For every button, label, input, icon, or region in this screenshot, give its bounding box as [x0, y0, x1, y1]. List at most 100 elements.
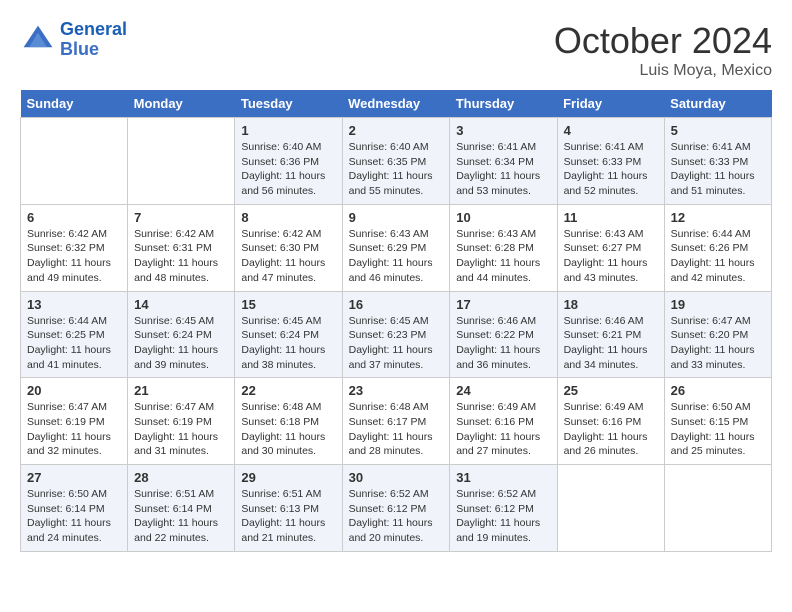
- calendar-cell: 9 Sunrise: 6:43 AMSunset: 6:29 PMDayligh…: [342, 204, 450, 291]
- day-info: Sunrise: 6:43 AMSunset: 6:29 PMDaylight:…: [349, 227, 444, 286]
- calendar-cell: 12 Sunrise: 6:44 AMSunset: 6:26 PMDaylig…: [664, 204, 771, 291]
- day-info: Sunrise: 6:48 AMSunset: 6:17 PMDaylight:…: [349, 400, 444, 459]
- calendar-cell: [128, 118, 235, 205]
- day-number: 8: [241, 210, 335, 225]
- calendar-cell: 2 Sunrise: 6:40 AMSunset: 6:35 PMDayligh…: [342, 118, 450, 205]
- logo: General Blue: [20, 20, 127, 60]
- day-number: 22: [241, 383, 335, 398]
- location: Luis Moya, Mexico: [554, 62, 772, 80]
- day-number: 17: [456, 297, 550, 312]
- day-number: 13: [27, 297, 121, 312]
- day-number: 30: [349, 470, 444, 485]
- day-info: Sunrise: 6:51 AMSunset: 6:13 PMDaylight:…: [241, 487, 335, 546]
- day-info: Sunrise: 6:40 AMSunset: 6:35 PMDaylight:…: [349, 140, 444, 199]
- calendar-cell: 7 Sunrise: 6:42 AMSunset: 6:31 PMDayligh…: [128, 204, 235, 291]
- calendar-cell: 15 Sunrise: 6:45 AMSunset: 6:24 PMDaylig…: [235, 291, 342, 378]
- day-number: 3: [456, 123, 550, 138]
- header-day: Thursday: [450, 90, 557, 118]
- calendar-cell: 31 Sunrise: 6:52 AMSunset: 6:12 PMDaylig…: [450, 465, 557, 552]
- day-number: 26: [671, 383, 765, 398]
- header-day: Saturday: [664, 90, 771, 118]
- day-info: Sunrise: 6:46 AMSunset: 6:22 PMDaylight:…: [456, 314, 550, 373]
- day-info: Sunrise: 6:47 AMSunset: 6:19 PMDaylight:…: [134, 400, 228, 459]
- calendar-cell: 5 Sunrise: 6:41 AMSunset: 6:33 PMDayligh…: [664, 118, 771, 205]
- day-number: 18: [564, 297, 658, 312]
- calendar-cell: [21, 118, 128, 205]
- calendar-cell: 18 Sunrise: 6:46 AMSunset: 6:21 PMDaylig…: [557, 291, 664, 378]
- calendar-cell: 16 Sunrise: 6:45 AMSunset: 6:23 PMDaylig…: [342, 291, 450, 378]
- day-number: 25: [564, 383, 658, 398]
- day-info: Sunrise: 6:42 AMSunset: 6:30 PMDaylight:…: [241, 227, 335, 286]
- calendar-cell: 1 Sunrise: 6:40 AMSunset: 6:36 PMDayligh…: [235, 118, 342, 205]
- day-info: Sunrise: 6:43 AMSunset: 6:28 PMDaylight:…: [456, 227, 550, 286]
- calendar-cell: 8 Sunrise: 6:42 AMSunset: 6:30 PMDayligh…: [235, 204, 342, 291]
- calendar-cell: 17 Sunrise: 6:46 AMSunset: 6:22 PMDaylig…: [450, 291, 557, 378]
- calendar-cell: 4 Sunrise: 6:41 AMSunset: 6:33 PMDayligh…: [557, 118, 664, 205]
- day-number: 15: [241, 297, 335, 312]
- header-day: Monday: [128, 90, 235, 118]
- calendar-cell: 21 Sunrise: 6:47 AMSunset: 6:19 PMDaylig…: [128, 378, 235, 465]
- day-number: 10: [456, 210, 550, 225]
- calendar-table: SundayMondayTuesdayWednesdayThursdayFrid…: [20, 90, 772, 552]
- page-header: General Blue October 2024 Luis Moya, Mex…: [20, 20, 772, 80]
- calendar-cell: 3 Sunrise: 6:41 AMSunset: 6:34 PMDayligh…: [450, 118, 557, 205]
- logo-text: General Blue: [60, 20, 127, 60]
- calendar-cell: 29 Sunrise: 6:51 AMSunset: 6:13 PMDaylig…: [235, 465, 342, 552]
- calendar-cell: 26 Sunrise: 6:50 AMSunset: 6:15 PMDaylig…: [664, 378, 771, 465]
- day-number: 2: [349, 123, 444, 138]
- header-row: SundayMondayTuesdayWednesdayThursdayFrid…: [21, 90, 772, 118]
- day-number: 29: [241, 470, 335, 485]
- day-info: Sunrise: 6:40 AMSunset: 6:36 PMDaylight:…: [241, 140, 335, 199]
- calendar-week-row: 13 Sunrise: 6:44 AMSunset: 6:25 PMDaylig…: [21, 291, 772, 378]
- month-title: October 2024: [554, 20, 772, 62]
- day-number: 20: [27, 383, 121, 398]
- day-number: 7: [134, 210, 228, 225]
- day-info: Sunrise: 6:49 AMSunset: 6:16 PMDaylight:…: [564, 400, 658, 459]
- day-info: Sunrise: 6:48 AMSunset: 6:18 PMDaylight:…: [241, 400, 335, 459]
- day-info: Sunrise: 6:45 AMSunset: 6:23 PMDaylight:…: [349, 314, 444, 373]
- day-number: 21: [134, 383, 228, 398]
- calendar-week-row: 27 Sunrise: 6:50 AMSunset: 6:14 PMDaylig…: [21, 465, 772, 552]
- header-day: Sunday: [21, 90, 128, 118]
- day-info: Sunrise: 6:45 AMSunset: 6:24 PMDaylight:…: [241, 314, 335, 373]
- calendar-cell: 27 Sunrise: 6:50 AMSunset: 6:14 PMDaylig…: [21, 465, 128, 552]
- logo-icon: [20, 22, 56, 58]
- day-number: 11: [564, 210, 658, 225]
- day-info: Sunrise: 6:44 AMSunset: 6:25 PMDaylight:…: [27, 314, 121, 373]
- day-number: 12: [671, 210, 765, 225]
- logo-line2: Blue: [60, 39, 99, 59]
- calendar-week-row: 6 Sunrise: 6:42 AMSunset: 6:32 PMDayligh…: [21, 204, 772, 291]
- day-info: Sunrise: 6:51 AMSunset: 6:14 PMDaylight:…: [134, 487, 228, 546]
- calendar-cell: 28 Sunrise: 6:51 AMSunset: 6:14 PMDaylig…: [128, 465, 235, 552]
- calendar-cell: 13 Sunrise: 6:44 AMSunset: 6:25 PMDaylig…: [21, 291, 128, 378]
- day-info: Sunrise: 6:41 AMSunset: 6:34 PMDaylight:…: [456, 140, 550, 199]
- day-info: Sunrise: 6:47 AMSunset: 6:19 PMDaylight:…: [27, 400, 121, 459]
- calendar-week-row: 1 Sunrise: 6:40 AMSunset: 6:36 PMDayligh…: [21, 118, 772, 205]
- calendar-cell: 25 Sunrise: 6:49 AMSunset: 6:16 PMDaylig…: [557, 378, 664, 465]
- day-number: 28: [134, 470, 228, 485]
- calendar-cell: 20 Sunrise: 6:47 AMSunset: 6:19 PMDaylig…: [21, 378, 128, 465]
- calendar-week-row: 20 Sunrise: 6:47 AMSunset: 6:19 PMDaylig…: [21, 378, 772, 465]
- calendar-cell: 14 Sunrise: 6:45 AMSunset: 6:24 PMDaylig…: [128, 291, 235, 378]
- day-number: 24: [456, 383, 550, 398]
- day-number: 5: [671, 123, 765, 138]
- calendar-cell: [664, 465, 771, 552]
- day-number: 14: [134, 297, 228, 312]
- day-info: Sunrise: 6:44 AMSunset: 6:26 PMDaylight:…: [671, 227, 765, 286]
- day-number: 27: [27, 470, 121, 485]
- day-number: 6: [27, 210, 121, 225]
- header-day: Friday: [557, 90, 664, 118]
- calendar-cell: 24 Sunrise: 6:49 AMSunset: 6:16 PMDaylig…: [450, 378, 557, 465]
- header-day: Tuesday: [235, 90, 342, 118]
- calendar-cell: 11 Sunrise: 6:43 AMSunset: 6:27 PMDaylig…: [557, 204, 664, 291]
- day-number: 19: [671, 297, 765, 312]
- day-info: Sunrise: 6:49 AMSunset: 6:16 PMDaylight:…: [456, 400, 550, 459]
- day-info: Sunrise: 6:50 AMSunset: 6:15 PMDaylight:…: [671, 400, 765, 459]
- day-number: 9: [349, 210, 444, 225]
- day-number: 16: [349, 297, 444, 312]
- calendar-cell: 23 Sunrise: 6:48 AMSunset: 6:17 PMDaylig…: [342, 378, 450, 465]
- day-info: Sunrise: 6:46 AMSunset: 6:21 PMDaylight:…: [564, 314, 658, 373]
- day-info: Sunrise: 6:41 AMSunset: 6:33 PMDaylight:…: [564, 140, 658, 199]
- day-info: Sunrise: 6:42 AMSunset: 6:32 PMDaylight:…: [27, 227, 121, 286]
- day-info: Sunrise: 6:47 AMSunset: 6:20 PMDaylight:…: [671, 314, 765, 373]
